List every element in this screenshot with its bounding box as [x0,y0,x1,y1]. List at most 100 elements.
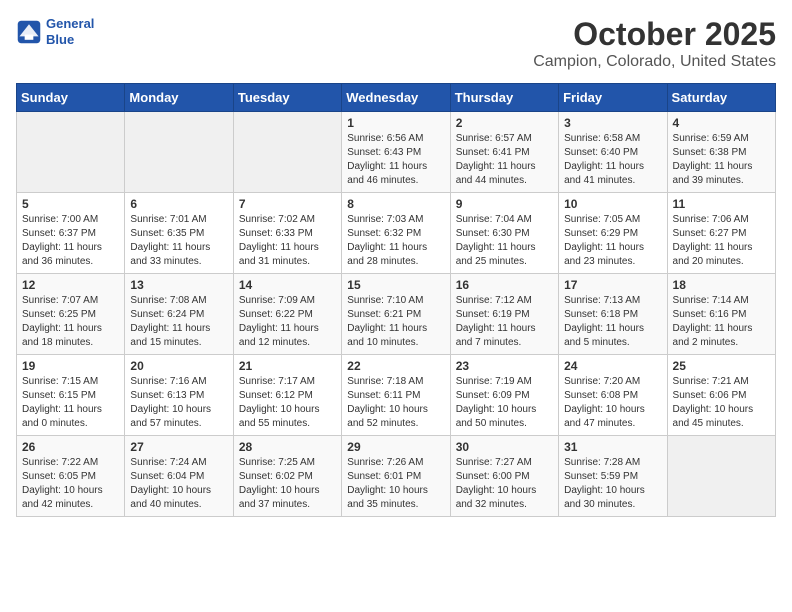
calendar-week-row: 1 Sunrise: 6:56 AMSunset: 6:43 PMDaylight… [17,112,776,193]
day-info: Sunrise: 7:26 AMSunset: 6:01 PMDaylight:… [347,456,444,512]
day-info: Sunrise: 7:16 AMSunset: 6:13 PMDaylight:… [130,375,227,431]
day-info: Sunrise: 6:57 AMSunset: 6:41 PMDaylight:… [456,132,553,188]
day-info: Sunrise: 7:28 AMSunset: 5:59 PMDaylight:… [564,456,661,512]
day-number: 21 [239,359,336,373]
day-number: 26 [22,440,119,454]
calendar-cell: 8Sunrise: 7:03 AMSunset: 6:32 PMDaylight… [342,193,450,274]
day-info: Sunrise: 7:27 AMSunset: 6:00 PMDaylight:… [456,456,553,512]
calendar-cell: 27 Sunrise: 7:24 AMSunset: 6:04 PMDayligh… [125,436,233,517]
day-number: 28 [239,440,336,454]
day-number: 8 [347,197,444,211]
day-number: 18 [673,278,770,292]
day-info: Sunrise: 7:07 AMSunset: 6:25 PMDaylight:… [22,294,119,350]
calendar-cell: 17 Sunrise: 7:13 AMSunset: 6:18 PMDayligh… [559,274,667,355]
day-number: 15 [347,278,444,292]
day-number: 5 [22,197,119,211]
logo-text: General Blue [46,16,94,47]
column-header-thursday: Thursday [450,84,558,112]
column-header-wednesday: Wednesday [342,84,450,112]
day-info: Sunrise: 7:21 AMSunset: 6:06 PMDaylight:… [673,375,770,431]
day-number: 20 [130,359,227,373]
day-number: 13 [130,278,227,292]
day-info: Sunrise: 7:13 AMSunset: 6:18 PMDaylight:… [564,294,661,350]
day-info: Sunrise: 7:19 AMSunset: 6:09 PMDaylight:… [456,375,553,431]
day-number: 17 [564,278,661,292]
calendar-cell [125,112,233,193]
calendar-week-row: 26 Sunrise: 7:22 AMSunset: 6:05 PMDayligh… [17,436,776,517]
day-info: Sunrise: 7:24 AMSunset: 6:04 PMDaylight:… [130,456,227,512]
column-header-saturday: Saturday [667,84,775,112]
day-number: 31 [564,440,661,454]
day-number: 11 [673,197,770,211]
calendar-cell: 24Sunrise: 7:20 AMSunset: 6:08 PMDayligh… [559,355,667,436]
day-number: 9 [456,197,553,211]
day-number: 25 [673,359,770,373]
calendar-cell: 23 Sunrise: 7:19 AMSunset: 6:09 PMDayligh… [450,355,558,436]
calendar-cell: 11 Sunrise: 7:06 AMSunset: 6:27 PMDayligh… [667,193,775,274]
day-info: Sunrise: 6:58 AMSunset: 6:40 PMDaylight:… [564,132,661,188]
day-number: 30 [456,440,553,454]
calendar-cell [233,112,341,193]
calendar-cell: 22Sunrise: 7:18 AMSunset: 6:11 PMDayligh… [342,355,450,436]
day-number: 12 [22,278,119,292]
calendar-cell: 5 Sunrise: 7:00 AMSunset: 6:37 PMDaylight… [17,193,125,274]
day-number: 16 [456,278,553,292]
day-info: Sunrise: 7:12 AMSunset: 6:19 PMDaylight:… [456,294,553,350]
calendar-cell: 2 Sunrise: 6:57 AMSunset: 6:41 PMDaylight… [450,112,558,193]
calendar-cell: 9 Sunrise: 7:04 AMSunset: 6:30 PMDaylight… [450,193,558,274]
calendar-cell: 20 Sunrise: 7:16 AMSunset: 6:13 PMDayligh… [125,355,233,436]
calendar-cell: 7 Sunrise: 7:02 AMSunset: 6:33 PMDaylight… [233,193,341,274]
day-number: 3 [564,116,661,130]
calendar-cell: 12 Sunrise: 7:07 AMSunset: 6:25 PMDayligh… [17,274,125,355]
calendar-cell: 19 Sunrise: 7:15 AMSunset: 6:15 PMDayligh… [17,355,125,436]
day-number: 14 [239,278,336,292]
day-info: Sunrise: 6:56 AMSunset: 6:43 PMDaylight:… [347,132,444,188]
calendar-cell: 10 Sunrise: 7:05 AMSunset: 6:29 PMDayligh… [559,193,667,274]
logo: General Blue [16,16,94,47]
calendar-week-row: 19 Sunrise: 7:15 AMSunset: 6:15 PMDayligh… [17,355,776,436]
calendar-cell: 16 Sunrise: 7:12 AMSunset: 6:19 PMDayligh… [450,274,558,355]
calendar-cell: 1 Sunrise: 6:56 AMSunset: 6:43 PMDaylight… [342,112,450,193]
day-info: Sunrise: 7:15 AMSunset: 6:15 PMDaylight:… [22,375,119,431]
title-area: October 2025 Campion, Colorado, United S… [533,16,776,71]
day-info: Sunrise: 6:59 AMSunset: 6:38 PMDaylight:… [673,132,770,188]
day-number: 1 [347,116,444,130]
calendar-cell [17,112,125,193]
logo-icon [16,19,42,45]
day-info: Sunrise: 7:10 AMSunset: 6:21 PMDaylight:… [347,294,444,350]
day-info: Sunrise: 7:02 AMSunset: 6:33 PMDaylight:… [239,213,336,269]
day-number: 23 [456,359,553,373]
calendar-cell: 30 Sunrise: 7:27 AMSunset: 6:00 PMDayligh… [450,436,558,517]
day-number: 19 [22,359,119,373]
calendar-cell: 4Sunrise: 6:59 AMSunset: 6:38 PMDaylight… [667,112,775,193]
day-number: 24 [564,359,661,373]
calendar-cell: 26 Sunrise: 7:22 AMSunset: 6:05 PMDayligh… [17,436,125,517]
column-header-monday: Monday [125,84,233,112]
calendar-title: October 2025 [533,16,776,53]
day-info: Sunrise: 7:14 AMSunset: 6:16 PMDaylight:… [673,294,770,350]
day-info: Sunrise: 7:22 AMSunset: 6:05 PMDaylight:… [22,456,119,512]
column-header-tuesday: Tuesday [233,84,341,112]
day-info: Sunrise: 7:01 AMSunset: 6:35 PMDaylight:… [130,213,227,269]
calendar-cell: 3 Sunrise: 6:58 AMSunset: 6:40 PMDaylight… [559,112,667,193]
calendar-cell: 14Sunrise: 7:09 AMSunset: 6:22 PMDayligh… [233,274,341,355]
calendar-cell: 6Sunrise: 7:01 AMSunset: 6:35 PMDaylight… [125,193,233,274]
day-number: 27 [130,440,227,454]
day-number: 2 [456,116,553,130]
calendar-week-row: 5 Sunrise: 7:00 AMSunset: 6:37 PMDaylight… [17,193,776,274]
day-info: Sunrise: 7:04 AMSunset: 6:30 PMDaylight:… [456,213,553,269]
day-info: Sunrise: 7:06 AMSunset: 6:27 PMDaylight:… [673,213,770,269]
calendar-header-row: SundayMondayTuesdayWednesdayThursdayFrid… [17,84,776,112]
day-info: Sunrise: 7:00 AMSunset: 6:37 PMDaylight:… [22,213,119,269]
calendar-cell: 21Sunrise: 7:17 AMSunset: 6:12 PMDayligh… [233,355,341,436]
logo-line1: General [46,16,94,31]
calendar-cell: 15 Sunrise: 7:10 AMSunset: 6:21 PMDayligh… [342,274,450,355]
day-number: 22 [347,359,444,373]
day-number: 29 [347,440,444,454]
calendar-cell: 29 Sunrise: 7:26 AMSunset: 6:01 PMDayligh… [342,436,450,517]
calendar-cell [667,436,775,517]
day-number: 10 [564,197,661,211]
day-info: Sunrise: 7:05 AMSunset: 6:29 PMDaylight:… [564,213,661,269]
day-number: 7 [239,197,336,211]
calendar-cell: 18 Sunrise: 7:14 AMSunset: 6:16 PMDayligh… [667,274,775,355]
